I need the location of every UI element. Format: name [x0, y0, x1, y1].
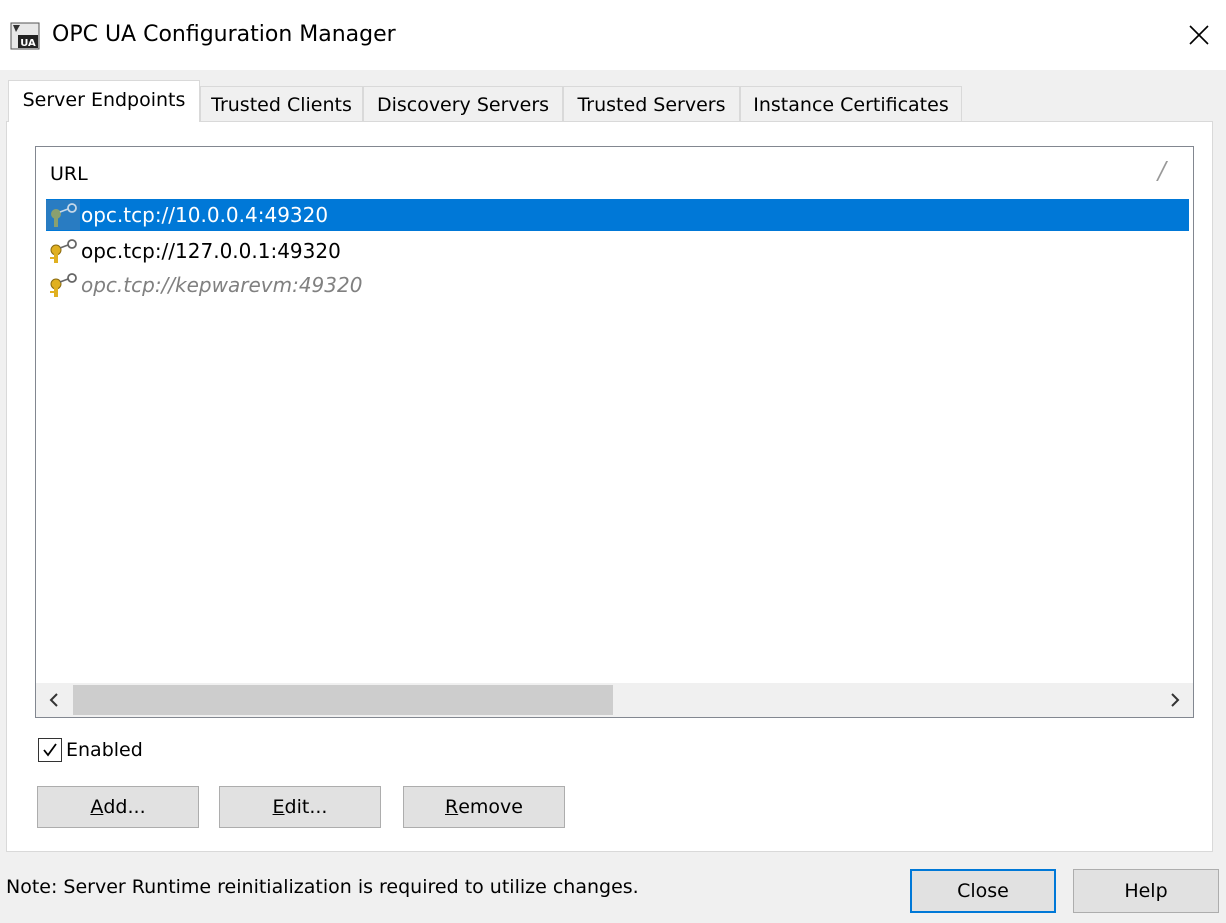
remove-mnemonic: R	[445, 796, 459, 818]
endpoint-url: opc.tcp://kepwarevm:49320	[81, 273, 363, 297]
close-button[interactable]: Close	[910, 869, 1056, 913]
svg-text:UA: UA	[20, 38, 36, 49]
tab-discovery-servers[interactable]: Discovery Servers	[363, 86, 563, 122]
endpoint-url: opc.tcp://10.0.0.4:49320	[81, 203, 329, 227]
listview-header: URL /	[36, 147, 1193, 197]
add-label: dd...	[103, 796, 146, 818]
add-button[interactable]: Add...	[37, 786, 199, 828]
endpoint-key-icon	[46, 270, 80, 300]
horizontal-scrollbar[interactable]	[36, 683, 1193, 717]
tab-label: Trusted Clients	[211, 93, 352, 116]
endpoints-listview[interactable]: URL / opc.tcp://10.0.0.4:49320 opc.tcp:/…	[35, 146, 1194, 718]
opc-ua-app-icon: UA	[10, 22, 40, 50]
scrollbar-thumb[interactable]	[73, 685, 613, 715]
endpoint-key-icon	[46, 200, 80, 230]
tab-server-endpoints[interactable]: Server Endpoints	[8, 80, 200, 122]
tab-instance-certificates[interactable]: Instance Certificates	[740, 86, 962, 122]
remove-label: emove	[458, 796, 523, 818]
endpoint-row[interactable]: opc.tcp://10.0.0.4:49320	[46, 199, 1189, 231]
endpoint-key-icon	[46, 236, 80, 266]
tab-label: Server Endpoints	[22, 88, 186, 111]
endpoint-row[interactable]: opc.tcp://127.0.0.1:49320	[46, 235, 1189, 267]
enabled-checkbox-label[interactable]: Enabled	[66, 738, 143, 762]
scroll-right-icon[interactable]	[1157, 683, 1193, 717]
edit-button[interactable]: Edit...	[219, 786, 381, 828]
title-bar: UA OPC UA Configuration Manager	[0, 0, 1226, 70]
tab-trusted-servers[interactable]: Trusted Servers	[563, 86, 740, 122]
endpoint-row[interactable]: opc.tcp://kepwarevm:49320	[46, 269, 1189, 301]
tab-label: Instance Certificates	[753, 93, 949, 116]
help-button[interactable]: Help	[1073, 869, 1219, 913]
remove-button[interactable]: Remove	[403, 786, 565, 828]
footer-note: Note: Server Runtime reinitialization is…	[6, 876, 639, 898]
window-title: OPC UA Configuration Manager	[52, 22, 396, 47]
url-column-header[interactable]: URL	[50, 163, 88, 185]
column-resize-handle[interactable]: /	[1158, 157, 1166, 185]
edit-mnemonic: E	[272, 796, 285, 818]
tab-trusted-clients[interactable]: Trusted Clients	[200, 86, 363, 122]
endpoint-url: opc.tcp://127.0.0.1:49320	[81, 239, 341, 263]
enabled-checkbox[interactable]	[38, 738, 62, 762]
tab-label: Trusted Servers	[577, 93, 726, 116]
edit-label: dit...	[284, 796, 328, 818]
scroll-left-icon[interactable]	[36, 683, 72, 717]
tab-label: Discovery Servers	[376, 93, 550, 116]
add-mnemonic: A	[90, 796, 104, 818]
window-close-icon[interactable]	[1182, 18, 1216, 52]
